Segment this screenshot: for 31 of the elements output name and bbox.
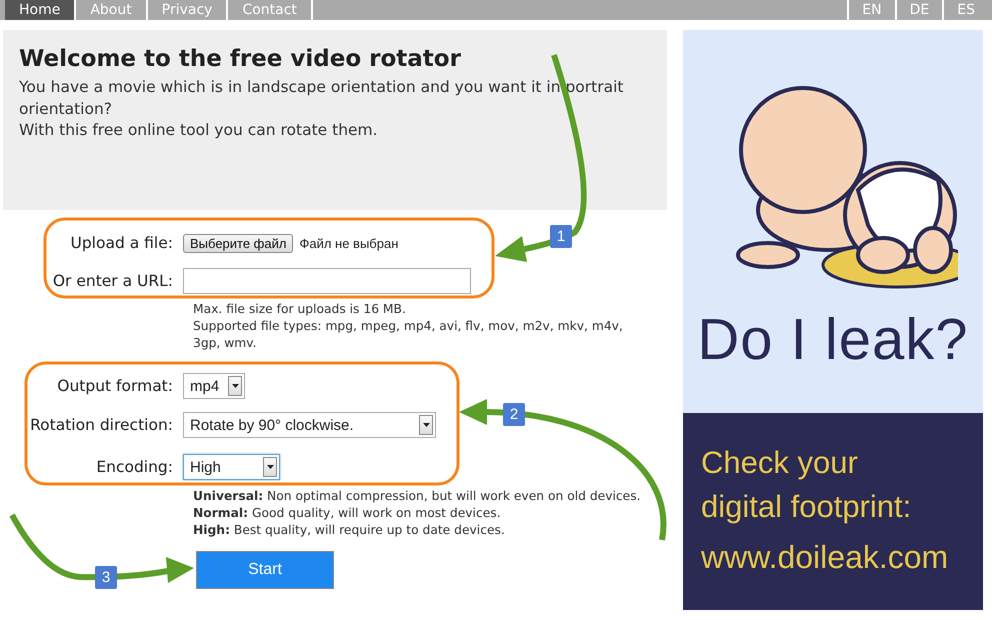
page-title: Welcome to the free video rotator [19, 46, 462, 72]
encoding-note: Universal: Non optimal compression, but will work even on old devices. [193, 488, 642, 505]
language-link[interactable]: DE [894, 0, 942, 20]
ad-tagline: Check your digital footprint: [701, 444, 912, 526]
field-label: Or enter a URL: [52, 272, 174, 290]
url-input-field[interactable] [183, 268, 471, 294]
number-badge: 2 [503, 403, 525, 426]
encoding-note: High: Best quality, will require up to date devices. [193, 522, 506, 539]
ad-link[interactable]: www.doileak.com [701, 539, 967, 576]
ad-headline: Do I leak? [697, 306, 969, 373]
field-label: Encoding: [95, 458, 174, 476]
dropdown-select[interactable]: mp4 [183, 373, 245, 399]
nav-link[interactable]: Home [5, 0, 76, 20]
choose-file-button[interactable]: Выберите файл [183, 234, 294, 252]
encoding-note: Normal: Good quality, will work on most devices. [193, 505, 502, 522]
hint-text: Supported file types: mpg, mpeg, mp4, avi, flv, mov, m2v, mkv, m4v, 3gp, wmv. [193, 318, 624, 352]
number-badge: 3 [95, 566, 117, 589]
dropdown-select[interactable]: High [183, 454, 280, 480]
caret-icon [266, 465, 274, 469]
caret-icon [422, 423, 430, 427]
caret-icon [232, 384, 238, 388]
intro-text: You have a movie which is in landscape orientation and you want it in portrait orientation? [19, 77, 624, 120]
start-button[interactable]: Start [196, 551, 334, 589]
file-status: Файл не выбран [299, 236, 398, 250]
field-label: Rotation direction: [29, 416, 174, 434]
dropdown-select[interactable]: Rotate by 90° clockwise. [183, 412, 436, 438]
number-badge: 1 [550, 225, 572, 248]
field-label: Output format: [56, 377, 174, 395]
intro-text: With this free online tool you can rotate them. [19, 120, 379, 141]
field-label: Upload a file: [70, 234, 174, 252]
hint-text: Max. file size for uploads is 16 MB. [193, 301, 407, 318]
